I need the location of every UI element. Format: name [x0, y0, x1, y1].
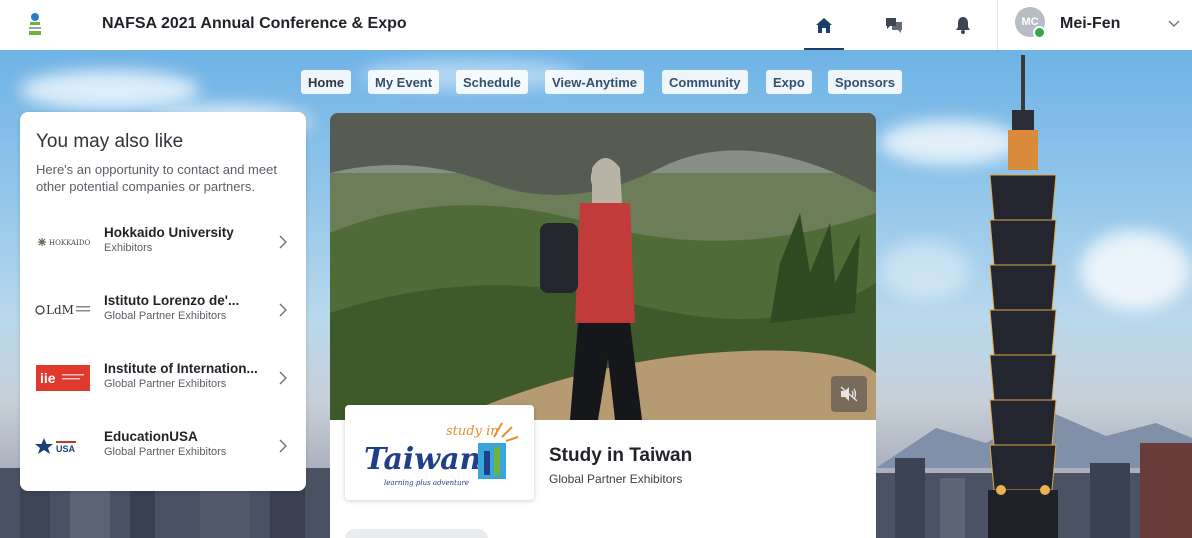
tab-home[interactable]: Home [301, 70, 352, 94]
user-menu[interactable]: MC Mei-Fen [1005, 0, 1192, 50]
notifications-button[interactable] [936, 0, 990, 50]
chevron-right-icon [279, 235, 287, 249]
nafsa-logo[interactable] [27, 12, 43, 37]
org-name: Hokkaido University [104, 225, 234, 240]
logo-script-text: study in [446, 424, 499, 439]
logo-main-text: Taiwan [364, 442, 481, 477]
ldm-logo-text: LdM [46, 303, 74, 317]
educationusa-logo: USA [34, 432, 92, 460]
tab-expo[interactable]: Expo [766, 70, 812, 94]
list-item[interactable]: USA EducationUSA Global Partner Exhibito… [20, 421, 306, 471]
hokkaido-logo-text: HOKKAIDO [49, 239, 90, 247]
app-title: NAFSA 2021 Annual Conference & Expo [102, 15, 407, 32]
tab-my-event[interactable]: My Event [368, 70, 440, 94]
list-item[interactable]: iie Institute of Internation... Global P… [20, 353, 306, 403]
org-type: Global Partner Exhibitors [104, 378, 227, 390]
list-item[interactable]: LdM Istituto Lorenzo de'... Global Partn… [20, 285, 306, 335]
iie-logo-text: iie [40, 370, 56, 386]
study-in-taiwan-logo-art: study in Taiwan learning plus adventure [364, 422, 518, 487]
taipei-101-tower [988, 55, 1058, 538]
chevron-right-icon [279, 371, 287, 385]
volume-muted-icon [840, 386, 858, 402]
ldm-logo: LdM [34, 296, 92, 324]
user-name[interactable]: Mei-Fen [1060, 15, 1120, 33]
online-status-indicator [1033, 26, 1046, 39]
org-name: Institute of Internation... [104, 361, 258, 376]
suggestions-title: You may also like [36, 131, 184, 152]
list-item[interactable]: HOKKAIDO Hokkaido University Exhibitors [20, 217, 306, 267]
promo-video[interactable] [330, 113, 876, 420]
educationusa-logo-text: USA [56, 444, 76, 454]
tab-schedule[interactable]: Schedule [456, 70, 528, 94]
mute-button[interactable] [831, 376, 867, 412]
chevron-down-icon[interactable] [1167, 16, 1181, 30]
iie-logo: iie [34, 364, 92, 392]
suggestions-card: You may also like Here's an opportunity … [20, 112, 306, 491]
tab-community[interactable]: Community [662, 70, 748, 94]
tab-view-anytime[interactable]: View-Anytime [545, 70, 645, 94]
logo-tagline-text: learning plus adventure [384, 479, 469, 487]
top-header: NAFSA 2021 Annual Conference & Expo MC M… [0, 0, 1192, 50]
header-divider [997, 0, 998, 50]
tab-sponsors[interactable]: Sponsors [828, 70, 902, 94]
suggestions-description: Here's an opportunity to contact and mee… [36, 162, 277, 194]
featured-exhibitor-card: study in Taiwan learning plus adventure … [330, 113, 876, 538]
study-in-taiwan-logo[interactable]: study in Taiwan learning plus adventure [345, 405, 534, 500]
main-nav: Home My Event Schedule View-Anytime Comm… [0, 70, 1192, 94]
home-button[interactable] [797, 0, 851, 50]
chat-icon [886, 18, 902, 33]
org-type: Exhibitors [104, 242, 153, 254]
exhibitor-name: Study in Taiwan [549, 445, 693, 466]
home-icon [816, 17, 832, 33]
org-type: Global Partner Exhibitors [104, 310, 227, 322]
chevron-right-icon [279, 439, 287, 453]
org-name: Istituto Lorenzo de'... [104, 293, 240, 308]
exhibitor-type: Global Partner Exhibitors [549, 472, 683, 486]
org-name: EducationUSA [104, 429, 198, 444]
section-tab[interactable] [345, 529, 488, 538]
chevron-right-icon [279, 303, 287, 317]
cloud [880, 240, 970, 300]
promo-video-frame [330, 113, 876, 420]
cloud [1080, 230, 1190, 310]
hokkaido-logo: HOKKAIDO [34, 228, 92, 256]
bell-icon [956, 17, 970, 34]
org-type: Global Partner Exhibitors [104, 446, 227, 458]
chat-button[interactable] [867, 0, 921, 50]
